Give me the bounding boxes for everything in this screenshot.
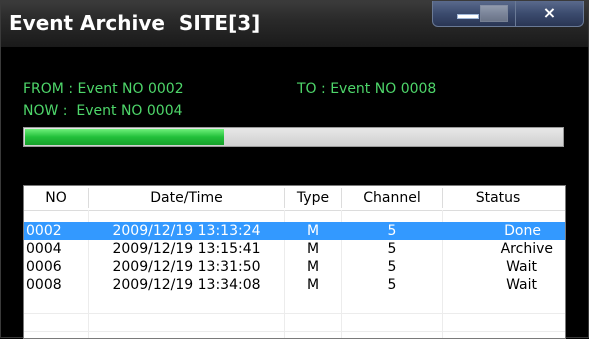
- cell-datetime: 2009/12/19 13:13:24: [112, 223, 261, 239]
- title-bar[interactable]: Event Archive SITE[3] ×: [1, 1, 588, 47]
- progress-fill: [25, 129, 224, 145]
- cell-status: Wait: [506, 259, 537, 275]
- cell-channel: 5: [387, 259, 397, 275]
- cell-no: 0006: [26, 259, 62, 275]
- site-label: SITE[3]: [178, 11, 261, 35]
- event-list[interactable]: NO Date/Time Type Channel Status 0002 20…: [23, 185, 566, 339]
- cell-status: Wait: [506, 277, 537, 293]
- to-label: TO : Event NO 0008: [297, 81, 437, 97]
- table-row[interactable]: 0006 2009/12/19 13:31:50 M 5 Wait: [24, 258, 565, 276]
- event-archive-window: Event Archive SITE[3] × FROM : Event NO 0…: [0, 0, 589, 339]
- cell-datetime: 2009/12/19 13:34:08: [112, 277, 261, 293]
- column-header-datetime[interactable]: Date/Time: [89, 186, 284, 210]
- archive-progress-bar: [23, 127, 564, 147]
- table-row[interactable]: 0002 2009/12/19 13:13:24 M 5 Done: [24, 222, 565, 240]
- cell-type: M: [306, 241, 320, 257]
- table-row[interactable]: 0008 2009/12/19 13:34:08 M 5 Wait: [24, 276, 565, 294]
- close-button[interactable]: ×: [516, 1, 584, 27]
- cell-channel: 5: [387, 277, 397, 293]
- now-label: NOW : Event NO 0004: [23, 103, 183, 119]
- column-header-channel[interactable]: Channel: [342, 186, 442, 210]
- cell-status: Archive: [500, 241, 553, 257]
- cell-no: 0008: [26, 277, 62, 293]
- column-header-status[interactable]: Status: [443, 186, 553, 210]
- cell-channel: 5: [387, 241, 397, 257]
- cell-status: Done: [504, 223, 541, 239]
- minimize-icon: [457, 14, 479, 19]
- cell-no: 0004: [26, 241, 62, 257]
- row-gridline: [24, 331, 565, 332]
- cell-type: M: [306, 223, 320, 239]
- cell-type: M: [306, 259, 320, 275]
- window-title-text: Event Archive: [9, 11, 165, 35]
- list-header: NO Date/Time Type Channel Status: [24, 186, 565, 211]
- window-title: Event Archive SITE[3]: [9, 11, 260, 35]
- column-header-type[interactable]: Type: [285, 186, 341, 210]
- cell-type: M: [306, 277, 320, 293]
- from-label: FROM : Event NO 0002: [23, 81, 184, 97]
- cell-datetime: 2009/12/19 13:15:41: [112, 241, 261, 257]
- row-gridline: [24, 313, 565, 314]
- cell-no: 0002: [26, 223, 62, 239]
- cell-datetime: 2009/12/19 13:31:50: [112, 259, 261, 275]
- maximize-button: [480, 5, 508, 22]
- table-row[interactable]: 0004 2009/12/19 13:15:41 M 5 Archive: [24, 240, 565, 258]
- cell-channel: 5: [387, 223, 397, 239]
- column-header-no[interactable]: NO: [24, 186, 88, 210]
- window-controls: ×: [432, 1, 584, 27]
